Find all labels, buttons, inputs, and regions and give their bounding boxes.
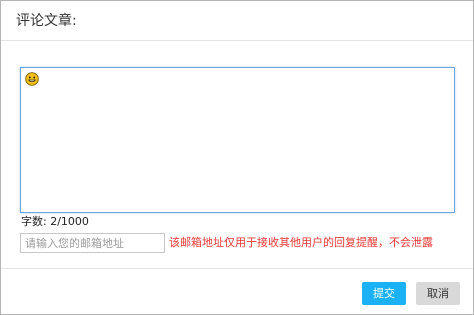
comment-dialog: 评论文章: 字数: 2/1000 该邮箱地址仅用于接收其他用户的回复提醒，不会泄… — [0, 0, 474, 315]
submit-button[interactable]: 提交 — [362, 282, 406, 305]
email-privacy-hint: 该邮箱地址仅用于接收其他用户的回复提醒，不会泄露 — [169, 236, 433, 249]
dialog-title: 评论文章: — [16, 13, 77, 29]
smiley-face-icon — [25, 72, 39, 86]
email-field[interactable] — [20, 233, 165, 253]
dialog-header: 评论文章: — [1, 1, 473, 41]
char-count: 字数: 2/1000 — [21, 215, 89, 228]
comment-textarea[interactable] — [20, 67, 455, 213]
dialog-footer: 提交 取消 — [1, 268, 473, 314]
cancel-button[interactable]: 取消 — [416, 282, 460, 305]
